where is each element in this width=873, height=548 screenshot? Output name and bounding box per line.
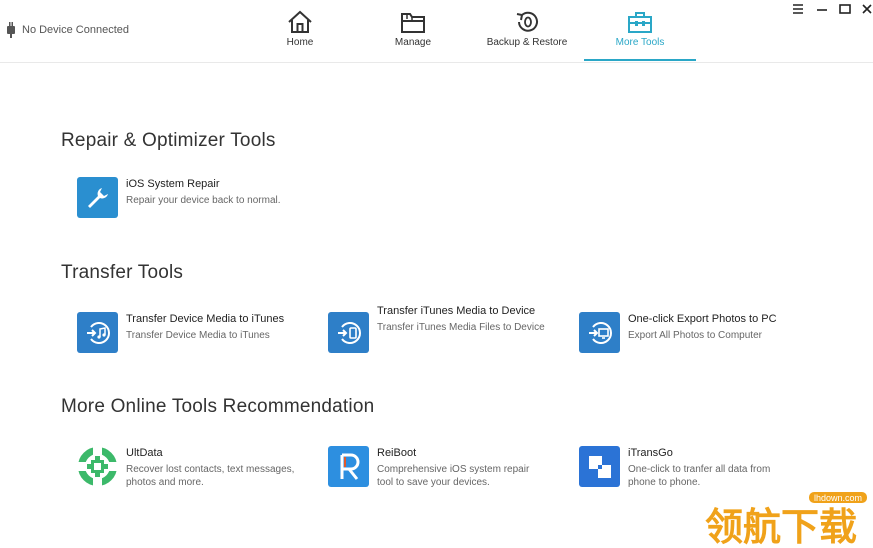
tool-name: Transfer Device Media to iTunes <box>126 313 285 325</box>
tool-description: One-click to tranfer all data from phone… <box>628 464 771 488</box>
section-title-repair: Repair & Optimizer Tools <box>61 130 276 151</box>
tab-manage[interactable]: Manage <box>357 0 469 60</box>
watermark-logo: lhdown.com 领航下载 <box>705 492 867 548</box>
toolbox-icon <box>628 12 652 33</box>
tool-name: ReiBoot <box>377 447 417 459</box>
tool-transfer-device-media-to-itunes[interactable]: Transfer Device Media to iTunes Transfer… <box>77 312 296 353</box>
tab-more-tools[interactable]: More Tools <box>584 0 696 61</box>
section-title-online: More Online Tools Recommendation <box>61 396 375 417</box>
tab-home[interactable]: Home <box>244 0 356 60</box>
tool-description: Export All Photos to Computer <box>628 330 762 341</box>
tab-home-label: Home <box>286 37 314 48</box>
tool-description: Comprehensive iOS system repair tool to … <box>377 464 530 488</box>
tool-description: Repair your device back to normal. <box>126 195 281 206</box>
section-title-transfer: Transfer Tools <box>61 262 184 283</box>
top-navigation-bar: No Device Connected Home Manage Backup &… <box>0 0 873 63</box>
usb-plug-icon <box>7 22 15 38</box>
minimize-icon[interactable] <box>815 2 829 16</box>
tool-name: One-click Export Photos to PC <box>628 313 777 325</box>
transfer-music-icon <box>77 312 118 353</box>
tool-ios-system-repair[interactable]: iOS System Repair Repair your device bac… <box>77 177 296 218</box>
home-icon <box>288 10 312 33</box>
device-status-text: No Device Connected <box>22 24 130 36</box>
tool-itransgo[interactable]: iTransGo One-click to tranfer all data f… <box>579 446 798 489</box>
svg-text:领航下载: 领航下载 <box>705 505 857 548</box>
tool-name: UltData <box>126 447 163 459</box>
wrench-icon <box>77 177 118 218</box>
tool-description: Recover lost contacts, text messages, ph… <box>126 464 295 488</box>
tool-description: Transfer Device Media to iTunes <box>126 330 270 341</box>
maximize-icon[interactable] <box>838 2 852 16</box>
tab-backup-restore[interactable]: Backup & Restore <box>471 0 583 60</box>
svg-text:lhdown.com: lhdown.com <box>814 493 862 503</box>
tab-more-tools-label: More Tools <box>615 37 665 48</box>
device-status: No Device Connected <box>6 22 129 38</box>
transfer-device-icon <box>328 312 369 353</box>
ultdata-icon <box>77 446 118 487</box>
itransgo-icon <box>579 446 620 487</box>
export-pc-icon <box>579 312 620 353</box>
menu-icon[interactable] <box>791 2 805 16</box>
tab-backup-restore-label: Backup & Restore <box>486 37 568 48</box>
tool-ultdata[interactable]: UltData Recover lost contacts, text mess… <box>77 446 296 489</box>
tool-name: iOS System Repair <box>126 178 220 190</box>
tool-reiboot[interactable]: ReiBoot Comprehensive iOS system repair … <box>328 446 547 489</box>
tab-manage-label: Manage <box>394 37 432 48</box>
tool-description: Transfer iTunes Media Files to Device <box>377 322 545 333</box>
close-icon[interactable] <box>860 2 873 16</box>
tool-one-click-export-photos[interactable]: One-click Export Photos to PC Export All… <box>579 312 798 353</box>
backup-restore-icon <box>516 11 538 32</box>
reiboot-icon <box>328 446 369 487</box>
tool-name: Transfer iTunes Media to Device <box>377 305 536 317</box>
tool-transfer-itunes-media-to-device[interactable]: Transfer iTunes Media to Device Transfer… <box>328 305 547 353</box>
tool-name: iTransGo <box>628 447 673 459</box>
folder-icon <box>401 13 425 33</box>
